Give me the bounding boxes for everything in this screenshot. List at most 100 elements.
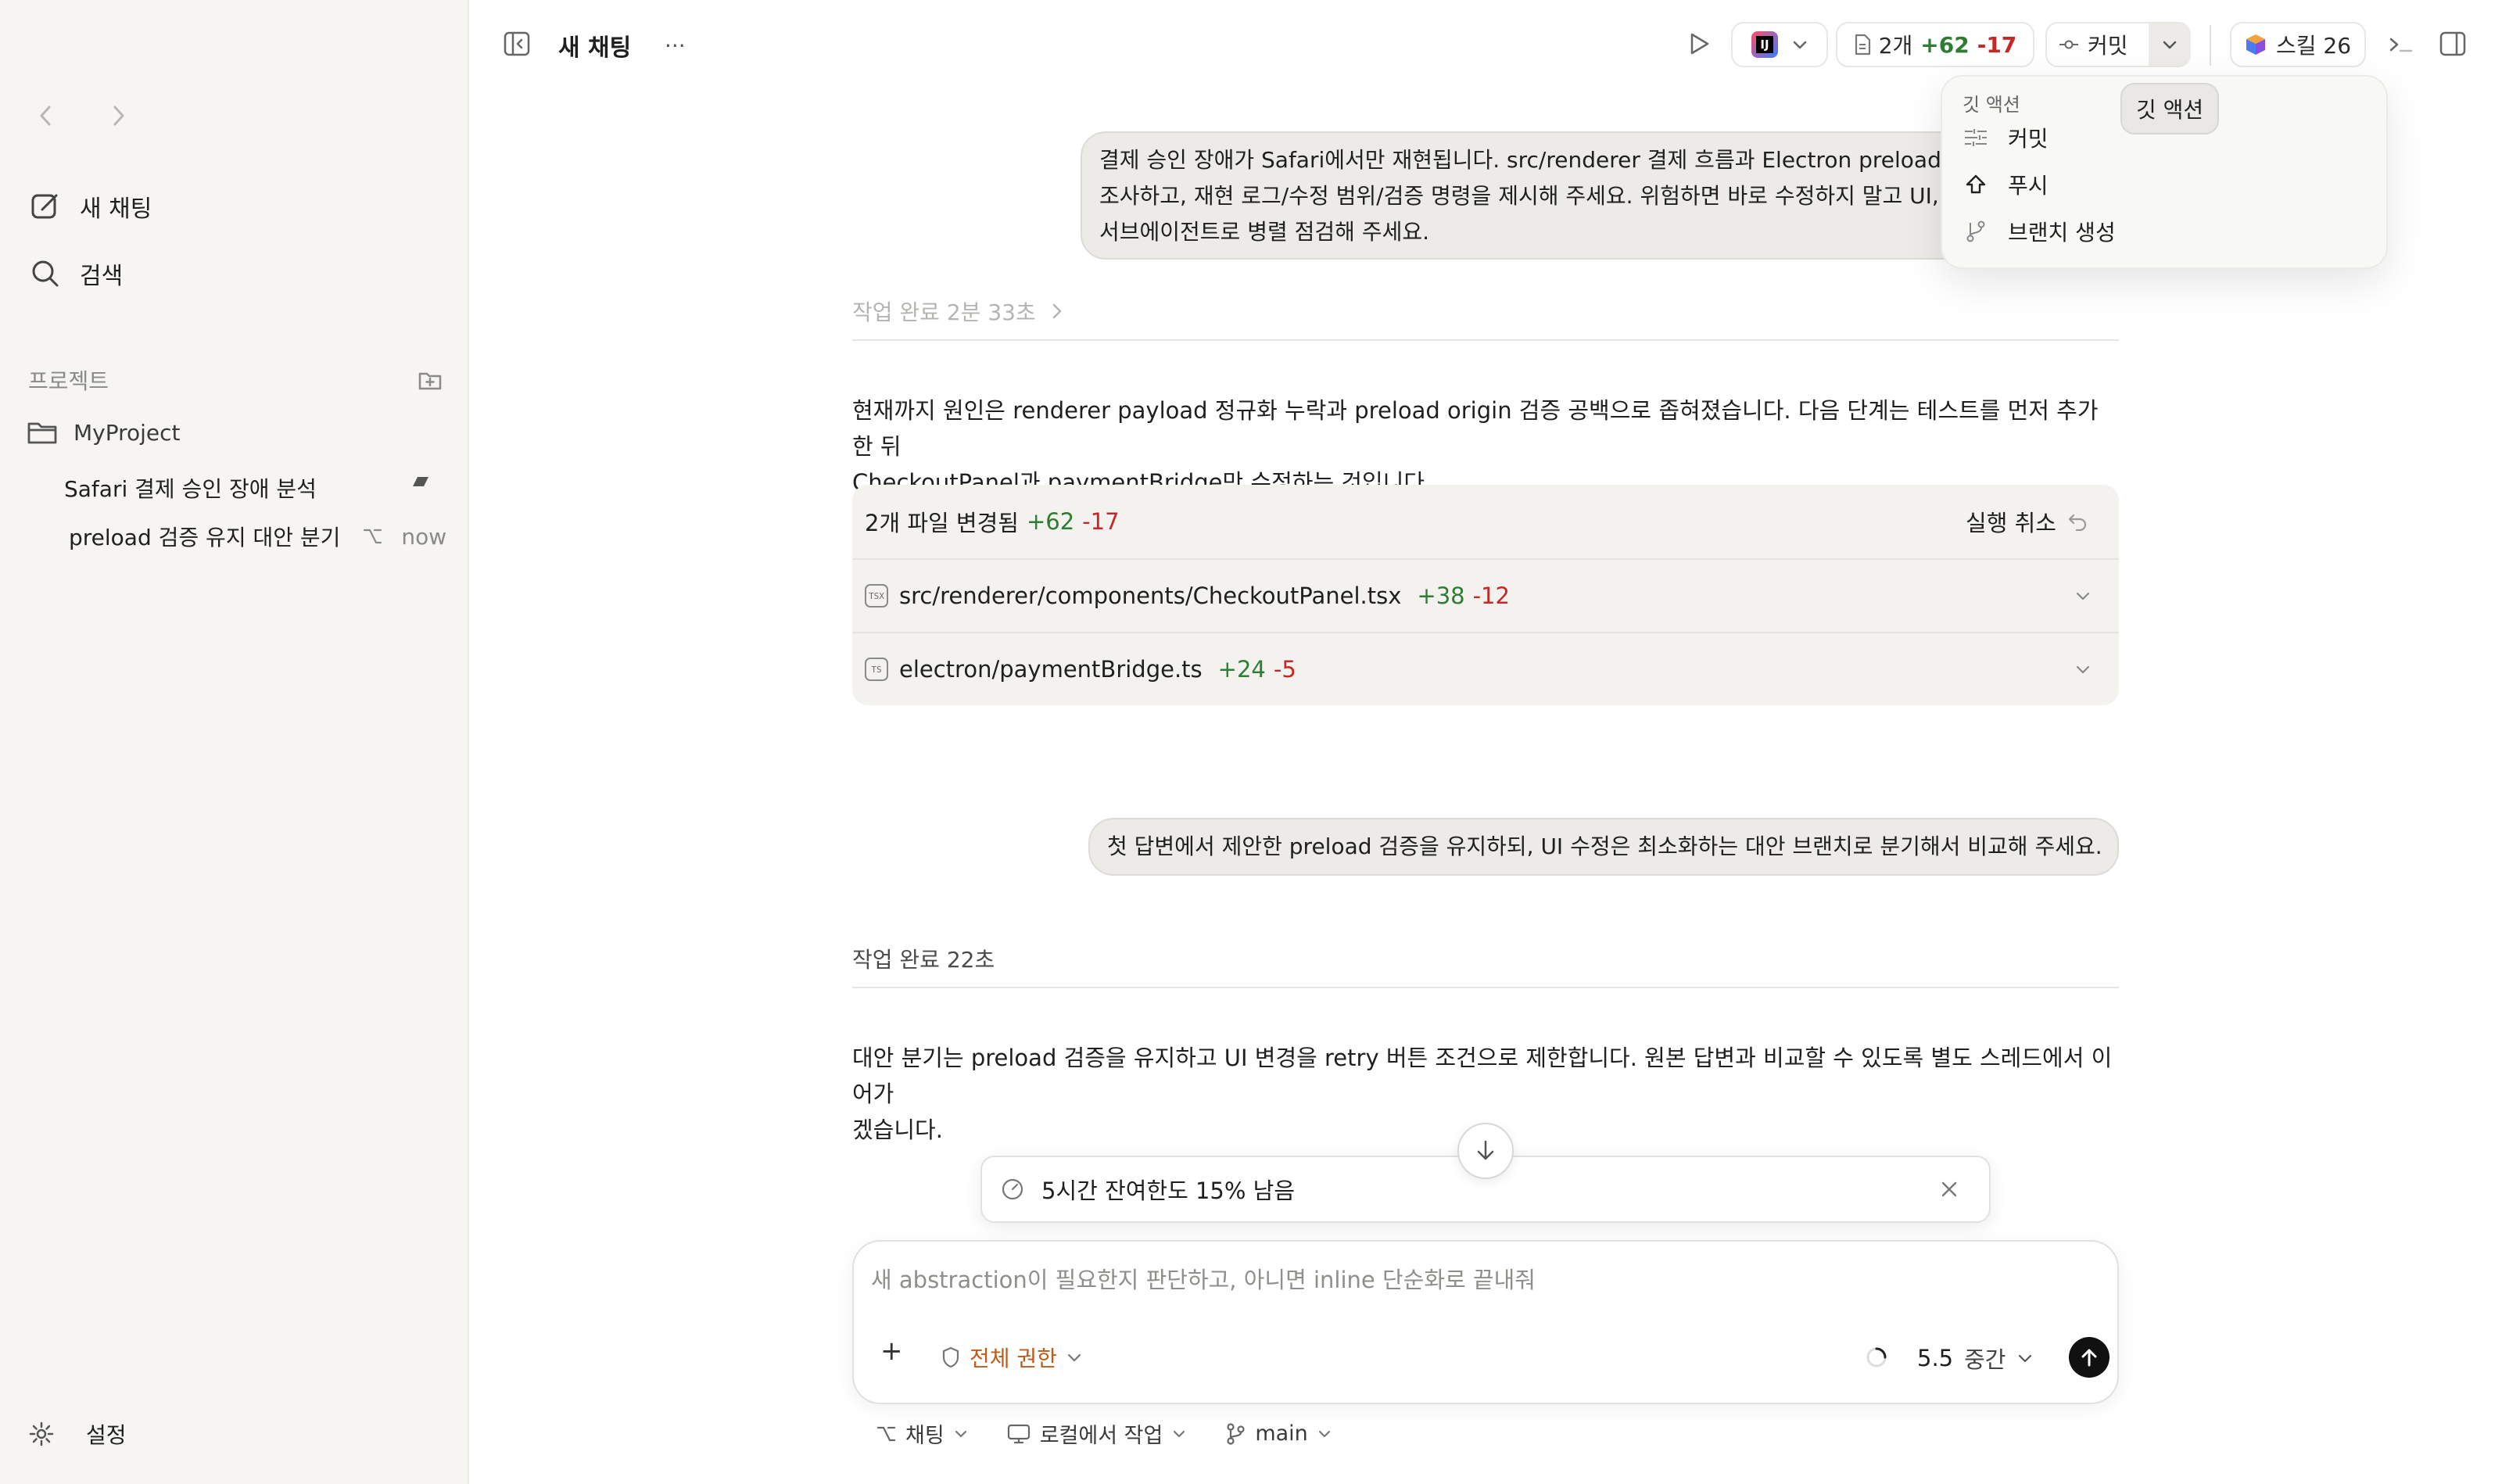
ts-file-icon: TS	[865, 658, 888, 681]
file-path: electron/paymentBridge.ts	[899, 656, 1203, 683]
menu-item-label: 푸시	[2008, 173, 2049, 199]
thread-time: now	[401, 523, 447, 550]
thread-item[interactable]: Safari 결제 승인 장애 분석	[64, 472, 317, 504]
environment-selector[interactable]: 로컬에서 작업	[1007, 1418, 1187, 1449]
permission-selector[interactable]: 전체 권한	[941, 1342, 1082, 1373]
file-plus: +24	[1217, 656, 1266, 683]
chevron-right-icon	[1052, 303, 1063, 320]
message-line: 조사하고, 재현 로그/수정 범위/검증 명령을 제시해 주세요. 위험하면 바…	[1099, 183, 1939, 209]
changed-file-row[interactable]: TS electron/paymentBridge.ts +24 -5	[852, 632, 2119, 705]
file-minus: -12	[1472, 582, 1510, 609]
thread-item[interactable]: preload 검증 유지 대안 분기 now	[69, 521, 446, 552]
ide-selector[interactable]: IJ	[1731, 22, 1828, 67]
scroll-to-bottom-button[interactable]	[1457, 1123, 1514, 1179]
back-arrow-icon[interactable]	[31, 102, 59, 130]
search-label: 검색	[80, 263, 124, 290]
menu-item-create-branch[interactable]: 브랜치 생성	[1963, 216, 2116, 247]
add-attachment-button[interactable]: +	[880, 1335, 903, 1367]
diff-count: 2개	[1878, 33, 1913, 59]
branch-fork-icon	[362, 526, 382, 547]
chevron-down-icon	[1066, 1352, 1082, 1363]
settings-button[interactable]: 설정	[28, 1418, 127, 1450]
compose-icon	[28, 189, 63, 224]
commit-label: 커밋	[2088, 33, 2128, 59]
file-changes-card: 2개 파일 변경됨 +62 -17 실행 취소 TSX src/renderer…	[852, 485, 2119, 705]
branch-selector[interactable]: main	[1225, 1421, 1331, 1446]
cube-icon	[2245, 33, 2267, 56]
changes-plus: +62	[1026, 508, 1075, 535]
work-status: 작업 완료 2분 33초	[852, 299, 1036, 325]
menu-item-push[interactable]: 푸시	[1963, 169, 2049, 200]
chevron-down-icon[interactable]	[2075, 664, 2091, 675]
reply-line: 대안 분기는 preload 검증을 유지하고 UI 변경을 retry 버튼 …	[852, 1045, 2113, 1107]
monitor-icon	[1007, 1424, 1031, 1444]
push-icon	[1963, 171, 1989, 198]
intellij-icon: IJ	[1751, 31, 1778, 58]
projects-label: 프로젝트	[28, 368, 109, 394]
chevron-down-icon	[2017, 1353, 2033, 1364]
search-button[interactable]: 검색	[28, 256, 123, 291]
terminal-icon[interactable]	[2388, 33, 2414, 56]
toggle-sidebar-icon[interactable]	[504, 31, 530, 56]
more-options-button[interactable]: ...	[665, 27, 686, 52]
skills-button[interactable]: 스킬 26	[2230, 22, 2366, 67]
effort-level: 중간	[1964, 1346, 2006, 1373]
arrow-up-icon	[2080, 1347, 2099, 1368]
composer-toolbar: + 전체 권한 5.5 중간	[854, 1326, 2120, 1389]
undo-label: 실행 취소	[1966, 510, 2056, 536]
user-message: 결제 승인 장애가 Safari에서만 재현됩니다. src/renderer …	[1081, 131, 1972, 260]
send-button[interactable]	[2069, 1337, 2109, 1378]
diff-summary-button[interactable]: 2개 +62 -17	[1836, 22, 2034, 67]
changes-header: 2개 파일 변경됨 +62 -17 실행 취소	[852, 485, 2119, 558]
commit-dropdown-toggle[interactable]	[2149, 23, 2191, 66]
rate-limit-text: 5시간 잔여한도 15% 남음	[1041, 1178, 1296, 1204]
project-folder[interactable]: MyProject	[27, 419, 181, 446]
undo-button[interactable]: 실행 취소	[1966, 505, 2088, 538]
branch-label: main	[1255, 1421, 1308, 1446]
sidebar: 새 채팅 검색 프로젝트 MyProject Safari 결제 승인 장애 분…	[0, 0, 469, 1484]
settings-label: 설정	[86, 1422, 127, 1448]
chevron-down-icon	[1792, 39, 1808, 50]
arrow-down-icon	[1475, 1139, 1496, 1163]
skills-label: 스킬 26	[2275, 33, 2352, 59]
message-line: 서브에이전트로 병렬 점검해 주세요.	[1099, 219, 1430, 245]
gauge-icon	[1001, 1178, 1024, 1201]
prompt-input[interactable]: 새 abstraction이 필요한지 판단하고, 아니면 inline 단순화…	[871, 1262, 1536, 1295]
chevron-down-icon	[954, 1429, 968, 1439]
commit-icon	[1963, 124, 1989, 151]
close-icon[interactable]	[1941, 1181, 1958, 1198]
history-nav	[31, 102, 133, 130]
gear-icon	[28, 1421, 55, 1447]
undo-icon	[2067, 512, 2088, 531]
tooltip: 깃 액션	[2120, 83, 2220, 134]
chevron-down-icon[interactable]	[2075, 590, 2091, 601]
branch-fork-icon	[876, 1424, 896, 1444]
thread-title: Safari 결제 승인 장애 분석	[64, 476, 317, 502]
menu-header: 깃 액션	[1963, 94, 2020, 116]
model-version: 5.5	[1917, 1345, 1954, 1371]
file-plus: +38	[1417, 582, 1465, 609]
add-folder-icon[interactable]	[418, 369, 443, 391]
composer-footer: 채팅 로컬에서 작업 main	[876, 1418, 1371, 1449]
toggle-panel-icon[interactable]	[2439, 31, 2466, 56]
menu-item-label: 브랜치 생성	[2008, 220, 2116, 246]
chevron-down-icon	[1172, 1429, 1186, 1439]
composer: 새 abstraction이 필요한지 판단하고, 아니면 inline 단순화…	[852, 1240, 2119, 1404]
commit-icon	[2058, 38, 2080, 51]
permission-label: 전체 권한	[970, 1346, 1057, 1371]
diff-plus: +62	[1920, 31, 1970, 58]
new-chat-button[interactable]: 새 채팅	[28, 189, 152, 224]
divider	[852, 339, 2119, 341]
work-status-expander[interactable]: 작업 완료 2분 33초	[852, 296, 1063, 327]
run-icon[interactable]	[1687, 31, 1711, 56]
forward-arrow-icon[interactable]	[105, 102, 133, 130]
model-selector[interactable]: 5.5 중간	[1917, 1342, 2033, 1375]
pin-icon[interactable]	[408, 474, 432, 489]
project-name: MyProject	[73, 419, 181, 446]
new-chat-label: 새 채팅	[80, 195, 152, 223]
file-minus: -5	[1273, 656, 1296, 683]
menu-item-commit[interactable]: 커밋	[1963, 122, 2049, 153]
mode-selector[interactable]: 채팅	[876, 1418, 968, 1449]
changes-minus: -17	[1082, 508, 1120, 535]
changed-file-row[interactable]: TSX src/renderer/components/CheckoutPane…	[852, 558, 2119, 632]
